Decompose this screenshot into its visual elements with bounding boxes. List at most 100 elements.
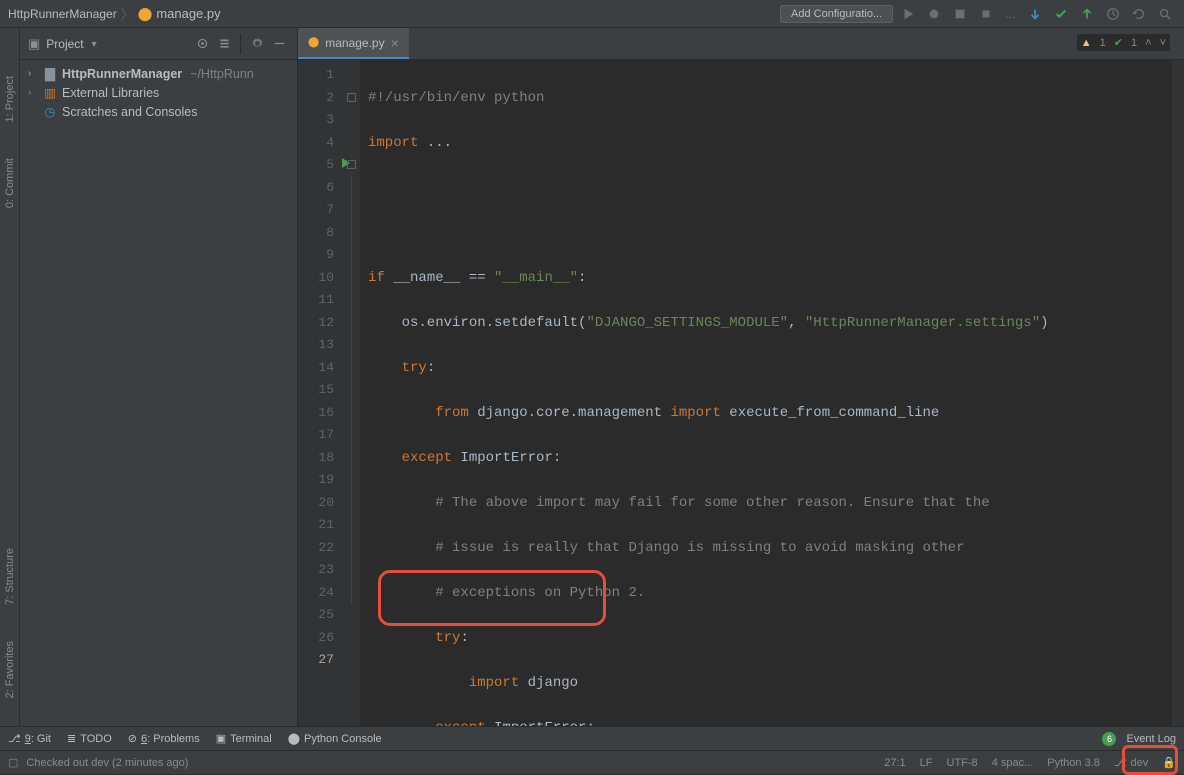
settings-icon[interactable] (247, 34, 267, 54)
gutter-line: 20 (298, 492, 334, 515)
git-branch-widget[interactable]: ⎇dev (1114, 756, 1148, 769)
search-icon[interactable] (1154, 3, 1176, 25)
line-gutter[interactable]: 1 2 3 4 5 6 7 8 9 10 11 12 13 14 15 16 1 (298, 60, 346, 726)
inspection-widget[interactable]: ▲ 1 ✔ 1 ˄ ˅ (1077, 34, 1170, 51)
editor-marker-strip[interactable] (1172, 60, 1184, 726)
event-count-badge: 6 (1102, 732, 1116, 746)
tree-scratches[interactable]: ◷ Scratches and Consoles (20, 102, 297, 121)
gutter-line: 3 (298, 109, 334, 132)
chevron-up-icon[interactable]: ˄ (1145, 37, 1151, 49)
warning-icon: ▲ (1081, 37, 1092, 49)
project-panel-header: ▣ Project ▼ (20, 28, 297, 60)
scratch-icon: ◷ (42, 104, 58, 119)
titlebar: HttpRunnerManager 〉 ⬤ manage.py Add Conf… (0, 0, 1184, 28)
event-log-button[interactable]: Event Log (1126, 733, 1176, 745)
git-tool-button[interactable]: ⎇9: Git (8, 732, 51, 745)
run-icon[interactable] (897, 3, 919, 25)
library-icon: ▥ (42, 85, 58, 100)
gutter-line: 6 (298, 177, 334, 200)
expand-all-icon[interactable] (214, 34, 234, 54)
favorites-tool-label[interactable]: 2: Favorites (4, 633, 16, 706)
branch-name: dev (1131, 757, 1149, 769)
gutter-line: 19 (298, 469, 334, 492)
project-view-selector[interactable]: ▣ Project ▼ (28, 36, 99, 52)
gutter-line: 26 (298, 627, 334, 650)
gutter-line: 18 (298, 447, 334, 470)
chevron-down-icon: ▼ (90, 39, 99, 49)
gutter-line: 2 (298, 87, 334, 110)
history-icon[interactable] (1102, 3, 1124, 25)
python-console-button[interactable]: ⬤Python Console (288, 732, 382, 745)
event-log-label: Event Log (1126, 733, 1176, 745)
code-area[interactable]: #!/usr/bin/env python import ... if __na… (360, 60, 1172, 726)
project-tree[interactable]: › ▇ HttpRunnerManager ~/HttpRunn › ▥ Ext… (20, 60, 297, 125)
debug-icon[interactable] (923, 3, 945, 25)
commit-tool-label[interactable]: 0: Commit (4, 150, 16, 216)
fold-icon[interactable] (347, 93, 356, 102)
tree-item-label: Scratches and Consoles (62, 105, 198, 119)
todo-label: TODO (80, 733, 112, 745)
gutter-line: 16 (298, 402, 334, 425)
select-opened-file-icon[interactable] (192, 34, 212, 54)
fold-icon[interactable] (347, 160, 356, 169)
update-project-icon[interactable] (1024, 3, 1046, 25)
indent[interactable]: 4 spac... (992, 757, 1034, 769)
rollback-icon[interactable] (1128, 3, 1150, 25)
gutter-line: 8 (298, 222, 334, 245)
project-panel: ▣ Project ▼ › ▇ HttpRunnerManager ~ (20, 28, 298, 726)
folder-icon: ▇ (42, 66, 58, 81)
tree-root[interactable]: › ▇ HttpRunnerManager ~/HttpRunn (20, 64, 297, 83)
project-tool-label[interactable]: 1: Project (4, 68, 16, 130)
gutter-line: 25 (298, 604, 334, 627)
cursor-position[interactable]: 27:1 (884, 757, 905, 769)
terminal-label: Terminal (230, 733, 272, 745)
chevron-down-icon[interactable]: ˅ (1160, 37, 1166, 49)
project-icon: ▣ (28, 36, 40, 52)
tree-external-libs[interactable]: › ▥ External Libraries (20, 83, 297, 102)
status-icon[interactable]: ▢ (8, 756, 18, 769)
structure-tool-label[interactable]: 7: Structure (4, 540, 16, 613)
gutter-line: 10 (298, 267, 334, 290)
add-configuration-button[interactable]: Add Configuratio... (780, 5, 893, 23)
gutter-line: 12 (298, 312, 334, 335)
breadcrumb-file[interactable]: ⬤ manage.py (138, 6, 221, 22)
editor-tabs: ⬤ manage.py × (298, 28, 1184, 60)
status-message[interactable]: Checked out dev (2 minutes ago) (26, 757, 188, 769)
problems-tool-button[interactable]: ⊘6: Problems (128, 732, 200, 745)
stop-icon[interactable] (975, 3, 997, 25)
terminal-tool-button[interactable]: ▣Terminal (216, 732, 272, 745)
commit-icon[interactable] (1050, 3, 1072, 25)
lock-icon[interactable]: 🔒 (1162, 756, 1176, 769)
tab-label: manage.py (325, 36, 384, 50)
more-icon[interactable]: ... (1001, 6, 1020, 21)
gutter-line: 23 (298, 559, 334, 582)
status-bar: ▢ Checked out dev (2 minutes ago) 27:1 L… (0, 750, 1184, 774)
todo-tool-button[interactable]: ≣TODO (67, 732, 112, 745)
editor-body[interactable]: 1 2 3 4 5 6 7 8 9 10 11 12 13 14 15 16 1 (298, 60, 1184, 726)
line-separator[interactable]: LF (920, 757, 933, 769)
gutter-line: 17 (298, 424, 334, 447)
hide-panel-icon[interactable] (269, 34, 289, 54)
gutter-line: 1 (298, 64, 334, 87)
interpreter[interactable]: Python 3.8 (1047, 757, 1100, 769)
bottom-toolbar: ⎇9: Git ≣TODO ⊘6: Problems ▣Terminal ⬤Py… (0, 726, 1184, 750)
push-icon[interactable] (1076, 3, 1098, 25)
encoding[interactable]: UTF-8 (947, 757, 978, 769)
tab-manage-py[interactable]: ⬤ manage.py × (298, 28, 409, 59)
chevron-right-icon: 〉 (121, 4, 134, 23)
branch-icon: ⎇ (8, 732, 21, 745)
check-icon: ✔ (1114, 36, 1123, 49)
project-panel-title: Project (46, 37, 83, 51)
coverage-icon[interactable] (949, 3, 971, 25)
chevron-right-icon: › (28, 87, 38, 98)
left-tool-rail: 1: Project 0: Commit 7: Structure 2: Fav… (0, 28, 20, 726)
warning-count: 1 (1100, 37, 1106, 49)
fold-column[interactable] (346, 60, 360, 726)
console-label: Python Console (304, 733, 382, 745)
breadcrumb-project[interactable]: HttpRunnerManager (8, 7, 117, 21)
gutter-line: 4 (298, 132, 334, 155)
python-file-icon: ⬤ (308, 37, 319, 48)
check-count: 1 (1131, 37, 1137, 49)
close-icon[interactable]: × (391, 35, 399, 51)
gutter-line: 11 (298, 289, 334, 312)
